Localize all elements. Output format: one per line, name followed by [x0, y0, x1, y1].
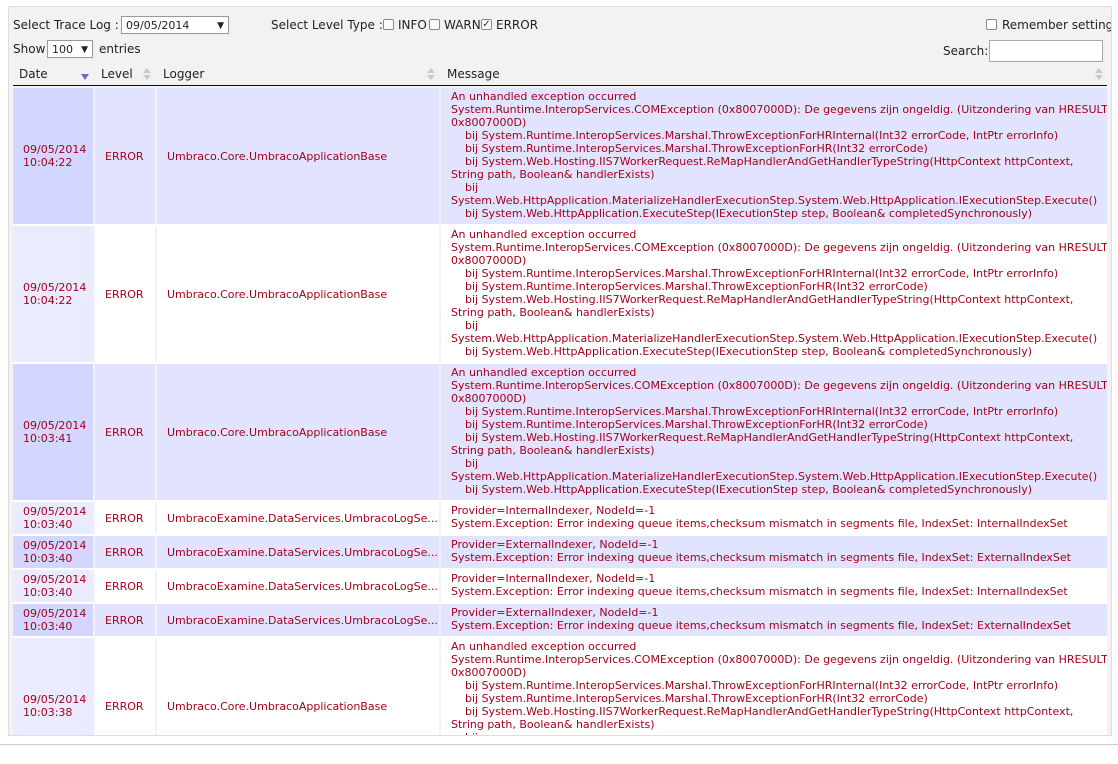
message-cell: An unhandled exception occurred System.R…	[441, 638, 1107, 735]
table-row[interactable]: 09/05/2014 10:03:40 ERROR UmbracoExamine.…	[13, 604, 1107, 638]
remember-settings-checkbox[interactable]	[986, 19, 997, 30]
search-input[interactable]	[989, 40, 1103, 62]
message-cell: An unhandled exception occurred System.R…	[441, 364, 1107, 500]
logger-cell: UmbracoExamine.DataServices.UmbracoLogSe…	[157, 604, 439, 636]
level-cell: ERROR	[95, 364, 155, 500]
table-row[interactable]: 09/05/2014 10:03:41 ERROR Umbraco.Core.Um…	[13, 364, 1107, 502]
entries-label: entries	[99, 42, 141, 56]
entries-value: 100	[52, 43, 73, 56]
logger-cell: Umbraco.Core.UmbracoApplicationBase	[157, 364, 439, 500]
sort-icon	[1095, 68, 1103, 82]
message-cell: An unhandled exception occurred System.R…	[441, 88, 1107, 224]
remember-settings-label: Remember settings	[1002, 18, 1112, 32]
date-cell: 09/05/2014 10:03:38	[13, 638, 93, 735]
level-error-label: ERROR	[496, 18, 539, 32]
column-header-date[interactable]: Date	[13, 65, 93, 85]
date-cell: 09/05/2014 10:03:41	[13, 364, 93, 500]
column-header-level[interactable]: Level	[95, 65, 155, 85]
logger-cell: Umbraco.Core.UmbracoApplicationBase	[157, 226, 439, 362]
level-cell: ERROR	[95, 226, 155, 362]
date-cell: 09/05/2014 10:03:40	[13, 570, 93, 602]
checkmark-icon: ✓	[482, 19, 491, 30]
log-table-body: 09/05/2014 10:04:22 ERROR Umbraco.Core.Um…	[13, 88, 1107, 735]
logger-cell: UmbracoExamine.DataServices.UmbracoLogSe…	[157, 570, 439, 602]
search-label: Search:	[943, 44, 989, 58]
level-info-checkbox[interactable]	[383, 19, 394, 30]
message-cell: Provider=InternalIndexer, NodeId=-1 Syst…	[441, 502, 1107, 534]
level-cell: ERROR	[95, 536, 155, 568]
trace-log-label: Select Trace Log :	[13, 18, 119, 32]
table-controls: Show 100 ▼ entries Search:	[13, 40, 1107, 62]
level-cell: ERROR	[95, 502, 155, 534]
show-label: Show	[13, 42, 46, 56]
level-type-label: Select Level Type :	[271, 18, 383, 32]
logger-cell: Umbraco.Core.UmbracoApplicationBase	[157, 88, 439, 224]
table-header: Date Level Logger Message	[13, 65, 1107, 86]
table-row[interactable]: 09/05/2014 10:04:22 ERROR Umbraco.Core.Um…	[13, 88, 1107, 226]
level-cell: ERROR	[95, 88, 155, 224]
date-cell: 09/05/2014 10:03:40	[13, 502, 93, 534]
filter-toolbar: Select Trace Log : 09/05/2014 ▼ Select L…	[13, 16, 1111, 36]
level-cell: ERROR	[95, 604, 155, 636]
trace-log-value: 09/05/2014	[126, 19, 190, 32]
entries-select[interactable]: 100 ▼	[47, 40, 93, 58]
level-warn-checkbox[interactable]	[429, 19, 440, 30]
level-cell: ERROR	[95, 570, 155, 602]
trace-log-panel: Select Trace Log : 09/05/2014 ▼ Select L…	[8, 6, 1112, 736]
table-row[interactable]: 09/05/2014 10:03:38 ERROR Umbraco.Core.Um…	[13, 638, 1107, 735]
table-row[interactable]: 09/05/2014 10:03:40 ERROR UmbracoExamine.…	[13, 536, 1107, 570]
date-cell: 09/05/2014 10:04:22	[13, 226, 93, 362]
date-cell: 09/05/2014 10:04:22	[13, 88, 93, 224]
trace-log-select[interactable]: 09/05/2014 ▼	[121, 16, 229, 34]
logger-cell: UmbracoExamine.DataServices.UmbracoLogSe…	[157, 536, 439, 568]
sort-icon	[427, 68, 435, 82]
level-info-label: INFO	[398, 18, 427, 32]
level-warn-label: WARN	[444, 18, 481, 32]
table-row[interactable]: 09/05/2014 10:03:40 ERROR UmbracoExamine.…	[13, 570, 1107, 604]
column-header-message[interactable]: Message	[441, 65, 1107, 85]
sort-icon	[143, 68, 151, 82]
sort-desc-icon	[81, 68, 89, 82]
dropdown-arrow-icon: ▼	[81, 45, 88, 55]
level-cell: ERROR	[95, 638, 155, 735]
message-cell: An unhandled exception occurred System.R…	[441, 226, 1107, 362]
level-error-checkbox[interactable]: ✓	[481, 19, 492, 30]
date-cell: 09/05/2014 10:03:40	[13, 536, 93, 568]
page-divider	[0, 744, 1118, 745]
message-cell: Provider=ExternalIndexer, NodeId=-1 Syst…	[441, 604, 1107, 636]
dropdown-arrow-icon: ▼	[217, 21, 224, 31]
table-row[interactable]: 09/05/2014 10:04:22 ERROR Umbraco.Core.Um…	[13, 226, 1107, 364]
table-row[interactable]: 09/05/2014 10:03:40 ERROR UmbracoExamine.…	[13, 502, 1107, 536]
message-cell: Provider=ExternalIndexer, NodeId=-1 Syst…	[441, 536, 1107, 568]
message-cell: Provider=InternalIndexer, NodeId=-1 Syst…	[441, 570, 1107, 602]
logger-cell: Umbraco.Core.UmbracoApplicationBase	[157, 638, 439, 735]
logger-cell: UmbracoExamine.DataServices.UmbracoLogSe…	[157, 502, 439, 534]
column-header-logger[interactable]: Logger	[157, 65, 439, 85]
date-cell: 09/05/2014 10:03:40	[13, 604, 93, 636]
